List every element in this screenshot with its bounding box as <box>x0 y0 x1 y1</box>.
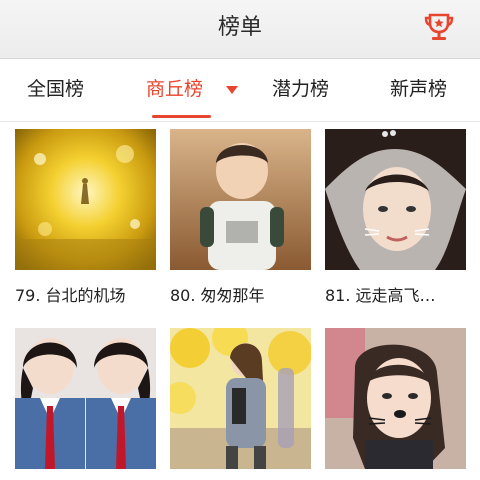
ranking-tabs: 全国榜 商丘榜 潜力榜 新声榜 <box>0 59 480 122</box>
tab-national[interactable]: 全国榜 <box>27 59 84 121</box>
ranking-grid: 79. 台北的机场 80. 匆匆那年 81. 远走高飞… <box>0 122 480 480</box>
trophy-icon[interactable] <box>422 10 456 44</box>
tab-potential[interactable]: 潜力榜 <box>272 59 329 121</box>
song-title: 80. 匆匆那年 <box>170 286 265 305</box>
tab-shangqiu[interactable]: 商丘榜 <box>146 59 246 121</box>
cover-image[interactable] <box>325 129 466 270</box>
tab-label: 商丘榜 <box>146 78 204 100</box>
song-title: 81. 远走高飞… <box>325 286 436 305</box>
tab-label: 全国榜 <box>27 78 85 100</box>
cover-image[interactable] <box>325 328 466 469</box>
song-title: 79. 台北的机场 <box>15 286 126 305</box>
cover-image[interactable] <box>15 129 156 270</box>
cover-image[interactable] <box>170 129 311 270</box>
tab-label: 新声榜 <box>390 78 448 100</box>
tab-new-voice[interactable]: 新声榜 <box>390 59 447 121</box>
chevron-down-icon[interactable] <box>226 86 238 94</box>
cover-image[interactable] <box>170 328 311 469</box>
tab-label: 潜力榜 <box>272 78 330 100</box>
active-tab-indicator <box>152 115 211 118</box>
header-bar: 榜单 <box>0 0 480 59</box>
cover-image[interactable] <box>15 328 156 469</box>
page-title: 榜单 <box>217 15 262 40</box>
